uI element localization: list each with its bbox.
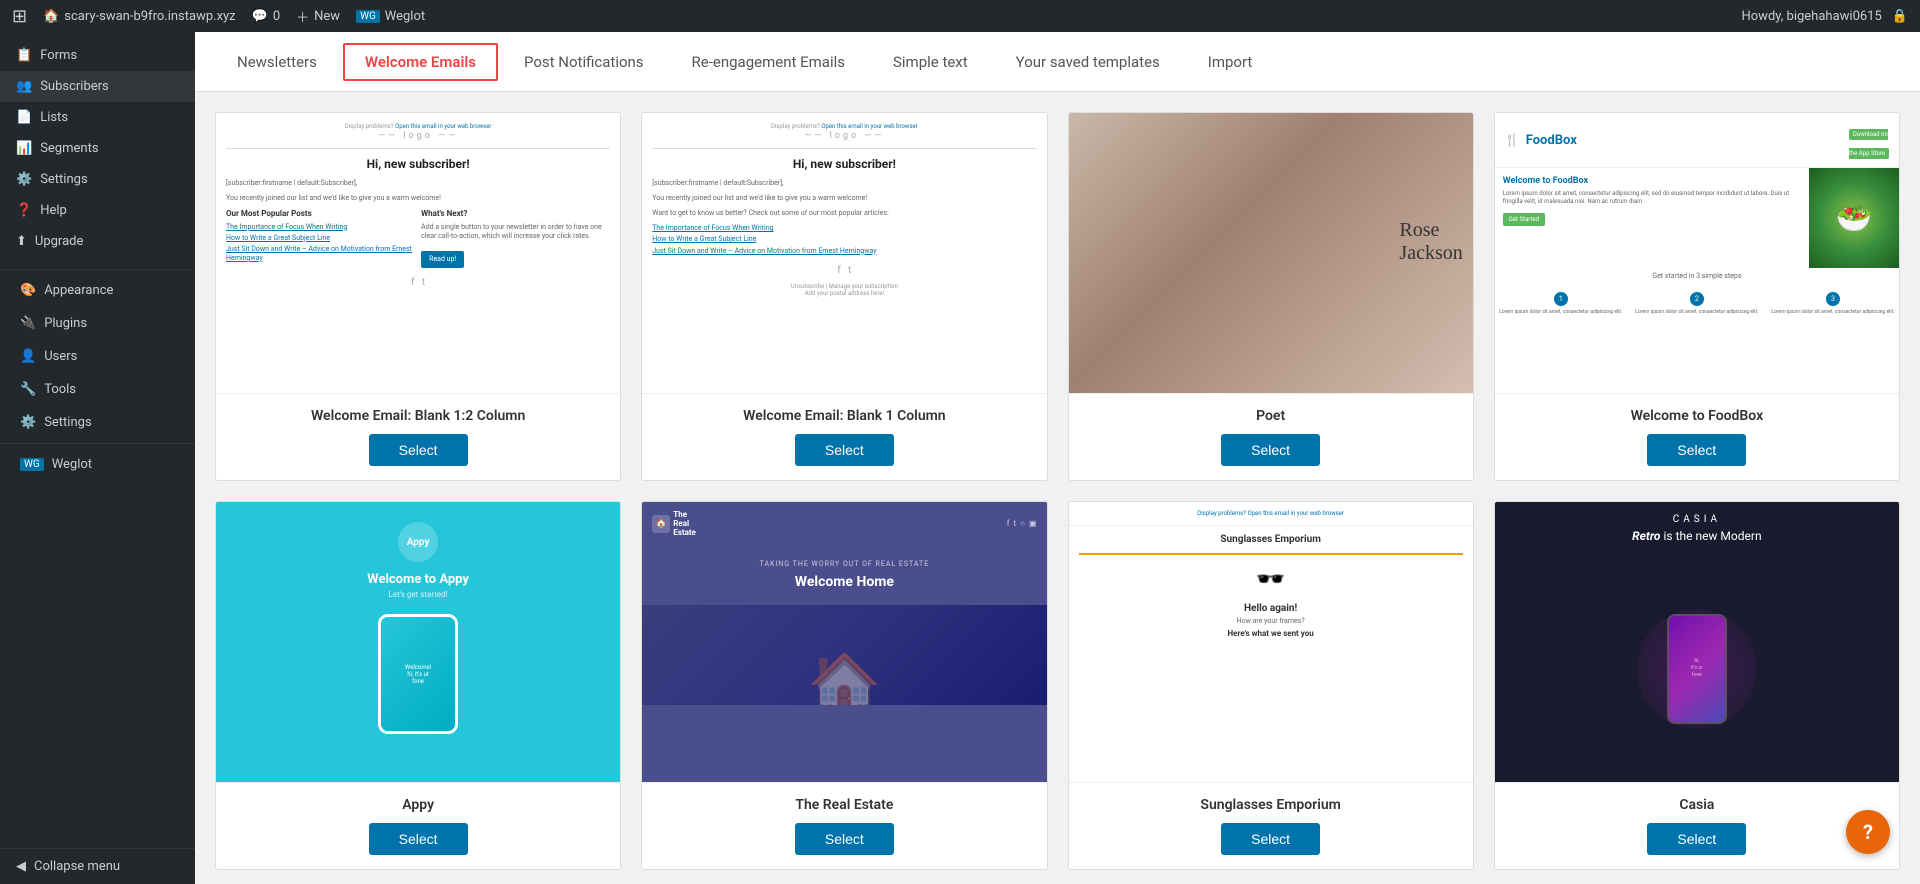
wp-logo-icon[interactable]: ⊞ xyxy=(12,6,27,27)
weglot-link[interactable]: WG Weglot xyxy=(356,9,425,24)
tab-newsletters[interactable]: Newsletters xyxy=(215,43,339,81)
appy-device-mockup: Welcome!hi, it's urfone xyxy=(378,614,458,734)
template-card-realestate: 🏠 TheRealEstate f t ○ ▣ Taking the xyxy=(641,501,1047,870)
template-name-casia: Casia xyxy=(1679,797,1714,813)
template-preview-blank1: Display problems? Open this email in you… xyxy=(642,113,1046,393)
sidebar-item-segments[interactable]: 📊 Segments xyxy=(0,133,195,164)
select-button-casia[interactable]: Select xyxy=(1647,823,1746,855)
tools-icon: 🔧 xyxy=(20,382,36,397)
template-footer-foodbox: Welcome to FoodBox Select xyxy=(1495,393,1899,480)
template-footer-appy: Appy Select xyxy=(216,782,620,869)
appy-welcome-text: Welcome to Appy xyxy=(367,572,469,587)
template-card-casia: CASIA Retro is the new Modern hi,it's ur… xyxy=(1494,501,1900,870)
tab-saved-templates[interactable]: Your saved templates xyxy=(994,43,1182,81)
template-card-blank1: Display problems? Open this email in you… xyxy=(641,112,1047,481)
sidebar-item-weglot[interactable]: WG Weglot xyxy=(0,448,195,481)
user-greeting: Howdy, bigehahawi0615 xyxy=(1741,9,1881,24)
sidebar-item-wp-settings[interactable]: ⚙️ Settings xyxy=(0,406,195,439)
appy-logo: Appy xyxy=(398,522,438,562)
template-preview-sunglasses: Display problems? Open this email in you… xyxy=(1069,502,1473,782)
lists-icon: 📄 xyxy=(16,110,32,125)
plus-icon: ＋ xyxy=(296,7,309,26)
plugin-menu: 📋 Forms 👥 Subscribers 📄 Lists 📊 Segments… xyxy=(0,32,195,265)
template-footer-blank12: Welcome Email: Blank 1:2 Column Select xyxy=(216,393,620,480)
lock-icon: 🔒 xyxy=(1892,9,1908,24)
sidebar-item-users[interactable]: 👤 Users xyxy=(0,340,195,373)
template-footer-blank1: Welcome Email: Blank 1 Column Select xyxy=(642,393,1046,480)
tab-navigation: Newsletters Welcome Emails Post Notifica… xyxy=(195,32,1920,92)
template-footer-casia: Casia Select xyxy=(1495,782,1899,869)
template-name-blank12: Welcome Email: Blank 1:2 Column xyxy=(311,408,525,424)
plugins-icon: 🔌 xyxy=(20,316,36,331)
comments-icon: 💬 xyxy=(252,9,268,24)
template-name-sunglasses: Sunglasses Emporium xyxy=(1200,797,1340,813)
sidebar-item-plugins[interactable]: 🔌 Plugins xyxy=(0,307,195,340)
home-icon: 🏠 xyxy=(43,9,59,24)
template-preview-blank12: Display problems? Open this email in you… xyxy=(216,113,620,393)
main-content: Newsletters Welcome Emails Post Notifica… xyxy=(195,32,1920,884)
help-icon: ❓ xyxy=(16,203,32,218)
subscribers-icon: 👥 xyxy=(16,79,32,94)
tab-post-notifications[interactable]: Post Notifications xyxy=(502,43,666,81)
appy-subtext: Let's get started! xyxy=(389,590,448,599)
new-link[interactable]: ＋ New xyxy=(296,7,340,26)
sidebar-item-tools[interactable]: 🔧 Tools xyxy=(0,373,195,406)
select-button-sunglasses[interactable]: Select xyxy=(1221,823,1320,855)
select-button-poet[interactable]: Select xyxy=(1221,434,1320,466)
select-button-blank12[interactable]: Select xyxy=(369,434,468,466)
sidebar-item-settings[interactable]: ⚙️ Settings xyxy=(0,164,195,195)
select-button-foodbox[interactable]: Select xyxy=(1647,434,1746,466)
sidebar-item-help[interactable]: ❓ Help xyxy=(0,195,195,226)
collapse-menu-button[interactable]: ◀ Collapse menu xyxy=(0,848,195,884)
tab-simple-text[interactable]: Simple text xyxy=(871,43,990,81)
template-card-sunglasses: Display problems? Open this email in you… xyxy=(1068,501,1474,870)
template-preview-poet: View email in browser » RoseJackson Than… xyxy=(1069,113,1473,393)
template-name-foodbox: Welcome to FoodBox xyxy=(1631,408,1764,424)
template-name-appy: Appy xyxy=(402,797,434,813)
template-grid: Display problems? Open this email in you… xyxy=(195,92,1920,884)
tab-welcome-emails[interactable]: Welcome Emails xyxy=(343,43,498,81)
fork-icon: 🍴 xyxy=(1505,133,1520,147)
collapse-icon: ◀ xyxy=(16,859,26,874)
users-icon: 👤 xyxy=(20,349,36,364)
sidebar-item-forms[interactable]: 📋 Forms xyxy=(0,40,195,71)
template-footer-sunglasses: Sunglasses Emporium Select xyxy=(1069,782,1473,869)
settings-icon: ⚙️ xyxy=(16,172,32,187)
sidebar: 📋 Forms 👥 Subscribers 📄 Lists 📊 Segments… xyxy=(0,32,195,884)
select-button-appy[interactable]: Select xyxy=(369,823,468,855)
admin-bar: ⊞ 🏠 scary-swan-b9fro.instawp.xyz 💬 0 ＋ N… xyxy=(0,0,1920,32)
template-card-poet: View email in browser » RoseJackson Than… xyxy=(1068,112,1474,481)
template-name-poet: Poet xyxy=(1256,408,1285,424)
help-bubble-button[interactable]: ? xyxy=(1846,810,1890,854)
site-url[interactable]: 🏠 scary-swan-b9fro.instawp.xyz xyxy=(43,9,236,24)
sidebar-item-lists[interactable]: 📄 Lists xyxy=(0,102,195,133)
template-preview-foodbox: 🍴 FoodBox Download onthe App Store Welco… xyxy=(1495,113,1899,393)
template-preview-realestate: 🏠 TheRealEstate f t ○ ▣ Taking the xyxy=(642,502,1046,782)
sidebar-item-upgrade[interactable]: ⬆ Upgrade xyxy=(0,226,195,257)
template-preview-casia: CASIA Retro is the new Modern hi,it's ur… xyxy=(1495,502,1899,782)
weglot-icon: WG xyxy=(356,10,380,23)
template-name-blank1: Welcome Email: Blank 1 Column xyxy=(743,408,946,424)
segments-icon: 📊 xyxy=(16,141,32,156)
template-preview-appy: Appy Welcome to Appy Let's get started! … xyxy=(216,502,620,782)
select-button-realestate[interactable]: Select xyxy=(795,823,894,855)
tab-re-engagement[interactable]: Re-engagement Emails xyxy=(670,43,867,81)
comments-link[interactable]: 💬 0 xyxy=(252,9,281,24)
tab-import[interactable]: Import xyxy=(1186,43,1275,81)
sidebar-item-appearance[interactable]: 🎨 Appearance xyxy=(0,274,195,307)
appearance-icon: 🎨 xyxy=(20,283,36,298)
template-card-foodbox: 🍴 FoodBox Download onthe App Store Welco… xyxy=(1494,112,1900,481)
template-footer-poet: Poet Select xyxy=(1069,393,1473,480)
wp-settings-icon: ⚙️ xyxy=(20,415,36,430)
forms-icon: 📋 xyxy=(16,48,32,63)
template-card-blank12: Display problems? Open this email in you… xyxy=(215,112,621,481)
upgrade-icon: ⬆ xyxy=(16,234,27,249)
weglot-sidebar-icon: WG xyxy=(20,458,44,471)
template-name-realestate: The Real Estate xyxy=(795,797,893,813)
select-button-blank1[interactable]: Select xyxy=(795,434,894,466)
sidebar-item-subscribers[interactable]: 👥 Subscribers xyxy=(0,71,195,102)
template-card-appy: Appy Welcome to Appy Let's get started! … xyxy=(215,501,621,870)
template-footer-realestate: The Real Estate Select xyxy=(642,782,1046,869)
